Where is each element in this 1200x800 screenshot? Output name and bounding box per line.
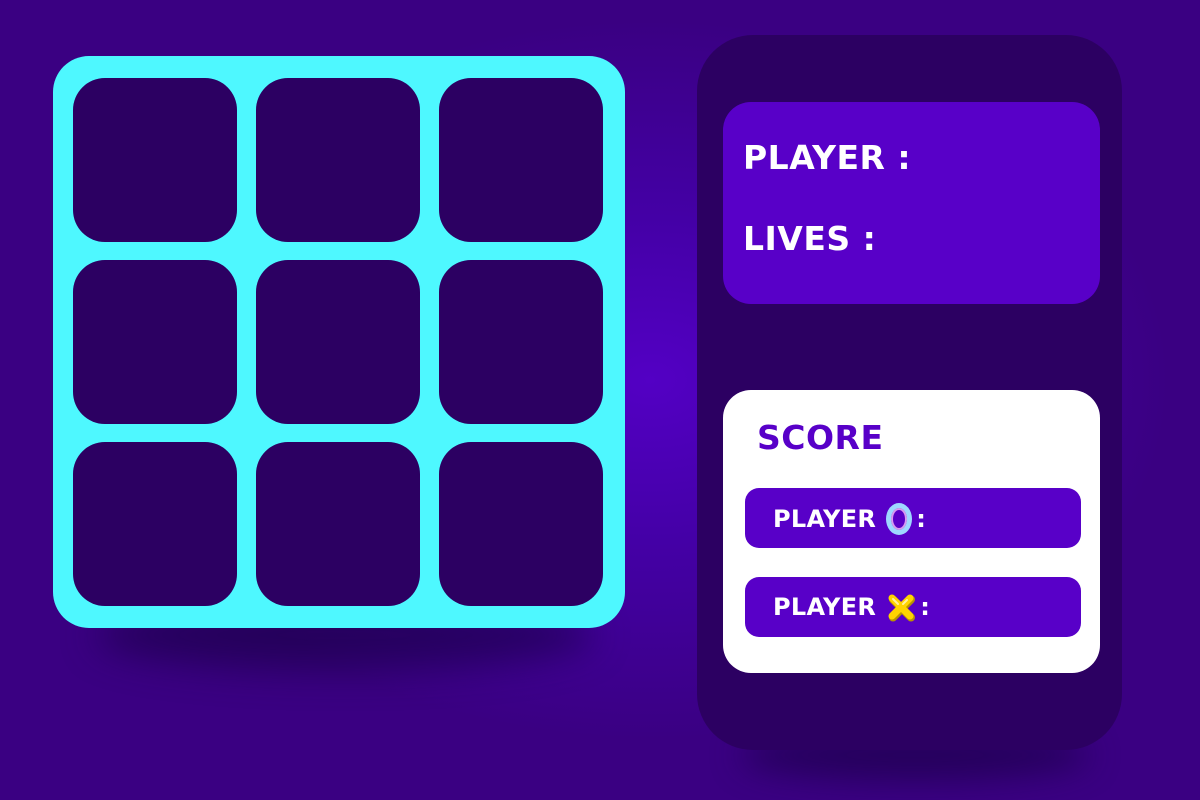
o-token-icon xyxy=(886,503,913,535)
score-player-o-label: PLAYER xyxy=(773,505,877,533)
score-card: SCORE PLAYER : PLAYER : xyxy=(723,390,1100,673)
board-cell-4[interactable] xyxy=(73,260,237,424)
lives-label: LIVES : xyxy=(743,219,877,258)
board-cell-3[interactable] xyxy=(439,78,603,242)
board-cell-7[interactable] xyxy=(73,442,237,606)
score-player-o-separator: : xyxy=(916,505,927,533)
board-cell-8[interactable] xyxy=(256,442,420,606)
board-cell-5[interactable] xyxy=(256,260,420,424)
game-board xyxy=(53,56,625,628)
score-title: SCORE xyxy=(757,418,884,457)
score-row-player-o: PLAYER : xyxy=(745,488,1081,548)
score-row-player-o-label-group: PLAYER : xyxy=(773,503,926,535)
score-row-player-x-label-group: PLAYER : xyxy=(773,592,930,622)
side-panel: PLAYER : LIVES : SCORE PLAYER : PLAYER : xyxy=(697,35,1122,750)
board-cell-6[interactable] xyxy=(439,260,603,424)
score-player-x-label: PLAYER xyxy=(773,593,877,621)
board-cell-9[interactable] xyxy=(439,442,603,606)
current-player-label: PLAYER : xyxy=(743,138,912,177)
board-cell-1[interactable] xyxy=(73,78,237,242)
score-player-x-separator: : xyxy=(920,593,931,621)
player-info-card: PLAYER : LIVES : xyxy=(723,102,1100,304)
board-cell-2[interactable] xyxy=(256,78,420,242)
x-token-icon xyxy=(888,594,916,622)
score-row-player-x: PLAYER : xyxy=(745,577,1081,637)
